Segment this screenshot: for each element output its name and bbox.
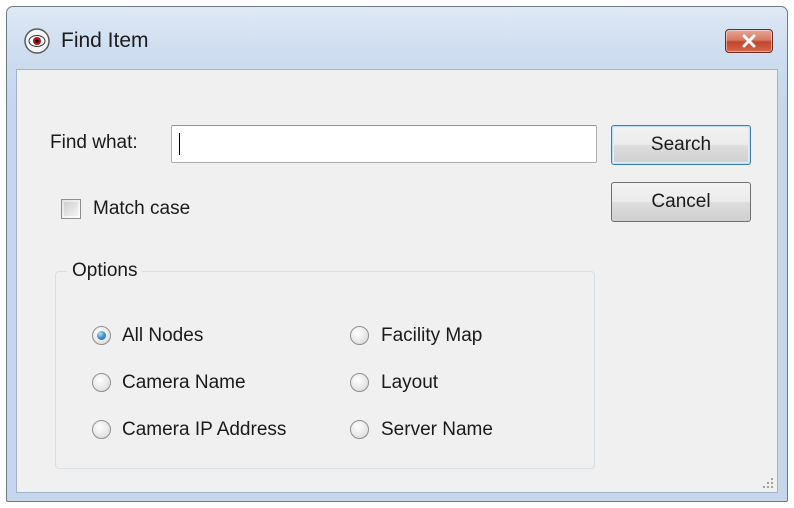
radio-all-nodes[interactable]: [92, 326, 111, 345]
radio-server-name[interactable]: [350, 420, 369, 439]
close-button[interactable]: [725, 29, 773, 53]
cancel-button[interactable]: Cancel: [611, 182, 751, 222]
find-what-label: Find what:: [50, 132, 138, 153]
text-caret: [179, 133, 180, 155]
resize-grip-icon[interactable]: [760, 475, 774, 489]
radio-server-name-label[interactable]: Server Name: [381, 419, 493, 441]
dialog-body: Find what: Search Cancel Match case Opti…: [16, 69, 778, 493]
search-button[interactable]: Search: [611, 125, 751, 165]
radio-facility-map[interactable]: [350, 326, 369, 345]
options-group-title: Options: [67, 260, 143, 282]
find-item-dialog: Find Item Find what: Search Cancel Match…: [6, 6, 788, 502]
radio-all-nodes-label[interactable]: All Nodes: [122, 325, 203, 347]
close-icon: [742, 34, 756, 48]
match-case-checkbox[interactable]: [61, 199, 81, 219]
radio-camera-name[interactable]: [92, 373, 111, 392]
radio-camera-name-label[interactable]: Camera Name: [122, 372, 246, 394]
radio-facility-map-label[interactable]: Facility Map: [381, 325, 482, 347]
radio-camera-ip-address-label[interactable]: Camera IP Address: [122, 419, 286, 441]
title-bar[interactable]: Find Item: [7, 7, 787, 71]
match-case-label[interactable]: Match case: [93, 198, 190, 220]
find-what-input[interactable]: [171, 125, 597, 163]
window-title: Find Item: [61, 29, 149, 52]
eye-icon: [23, 27, 51, 55]
radio-layout[interactable]: [350, 373, 369, 392]
radio-layout-label[interactable]: Layout: [381, 372, 438, 394]
radio-camera-ip-address[interactable]: [92, 420, 111, 439]
